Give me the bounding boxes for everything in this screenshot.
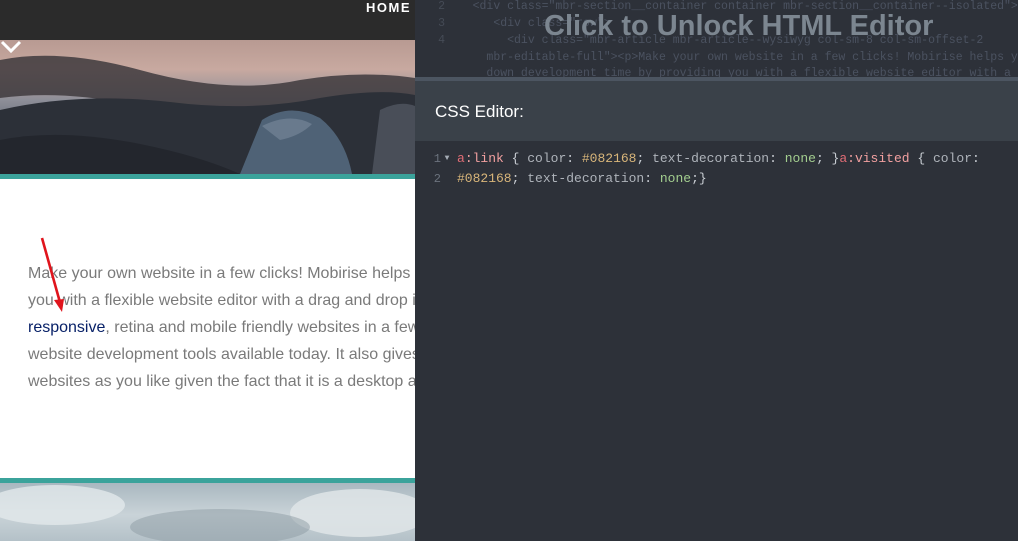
code-token: ; bbox=[636, 151, 653, 166]
css-editor-header: CSS Editor: bbox=[415, 81, 1018, 141]
code-token: a bbox=[457, 151, 465, 166]
code-token: color bbox=[932, 151, 972, 166]
code-token: :link bbox=[464, 151, 504, 166]
code-token: color bbox=[527, 151, 567, 166]
code-token: text-decoration bbox=[527, 171, 645, 186]
code-token: : bbox=[644, 171, 660, 186]
css-code-text: #082168; text-decoration: none;} bbox=[453, 169, 707, 189]
article-section: Make your own website in a few clicks! M… bbox=[0, 179, 415, 478]
article-text: Make your own website in a few clicks! M… bbox=[28, 260, 415, 395]
line-number: 2 bbox=[433, 172, 441, 186]
code-token: { bbox=[503, 151, 528, 166]
article-line: Make your own website in a few clicks! M… bbox=[28, 265, 415, 282]
code-token: #082168 bbox=[581, 151, 637, 166]
clouds-image-art bbox=[0, 485, 415, 541]
top-navigation-bar: HOME bbox=[0, 0, 415, 40]
css-code-text: a:link { color: #082168; text-decoration… bbox=[453, 149, 980, 169]
code-token: { bbox=[909, 151, 933, 166]
line-number: 1 bbox=[433, 152, 441, 166]
css-editor[interactable]: 1 ▼ a:link { color: #082168; text-decorati… bbox=[415, 141, 1018, 541]
unlock-html-editor-button[interactable]: Click to Unlock HTML Editor bbox=[544, 8, 933, 44]
code-token: text-decoration bbox=[652, 151, 770, 166]
article-line: responsive, retina and mobile friendly w… bbox=[28, 314, 415, 341]
article-line: you with a flexible website editor with … bbox=[28, 292, 415, 309]
code-editor-panel: 2 <div class="mbr-section__container con… bbox=[415, 0, 1018, 541]
responsive-link[interactable]: responsive bbox=[28, 319, 105, 336]
code-token: :visited bbox=[847, 151, 910, 166]
website-preview: HOME Make your own website in a few clic… bbox=[0, 0, 415, 541]
code-token: a bbox=[839, 151, 848, 166]
css-code-line[interactable]: 2 #082168; text-decoration: none;} bbox=[415, 169, 707, 189]
css-editor-title: CSS Editor: bbox=[435, 102, 524, 121]
html-editor-locked[interactable]: 2 <div class="mbr-section__container con… bbox=[415, 0, 1018, 77]
code-token: : bbox=[972, 151, 980, 166]
code-token: none bbox=[784, 151, 816, 166]
code-token: ; bbox=[511, 171, 528, 186]
red-arrow-icon bbox=[40, 237, 64, 312]
article-line: websites as you like given the fact that… bbox=[28, 373, 415, 390]
hero-image bbox=[0, 40, 415, 174]
html-code-line: mbr-editable-full"><p>Make your own webs… bbox=[486, 51, 1018, 64]
hero-rocks-image bbox=[0, 55, 415, 174]
article-line-rest: , retina and mobile friendly websites in… bbox=[105, 319, 415, 336]
css-code-line[interactable]: 1 ▼ a:link { color: #082168; text-decorati… bbox=[415, 149, 980, 169]
article-line: website development tools available toda… bbox=[28, 346, 415, 363]
clouds-image bbox=[0, 483, 415, 541]
nav-link-home[interactable]: HOME bbox=[366, 0, 411, 16]
code-token: : bbox=[769, 151, 785, 166]
code-token: : bbox=[566, 151, 582, 166]
fold-triangle-icon[interactable]: ▼ bbox=[441, 149, 453, 169]
code-token: #082168 bbox=[457, 171, 512, 186]
code-token: none bbox=[659, 171, 692, 186]
chevron-down-icon[interactable] bbox=[0, 40, 22, 54]
code-token: ; } bbox=[815, 151, 840, 166]
html-code-line: down development time by providing you w… bbox=[486, 67, 1018, 77]
code-token: ;} bbox=[691, 171, 707, 186]
